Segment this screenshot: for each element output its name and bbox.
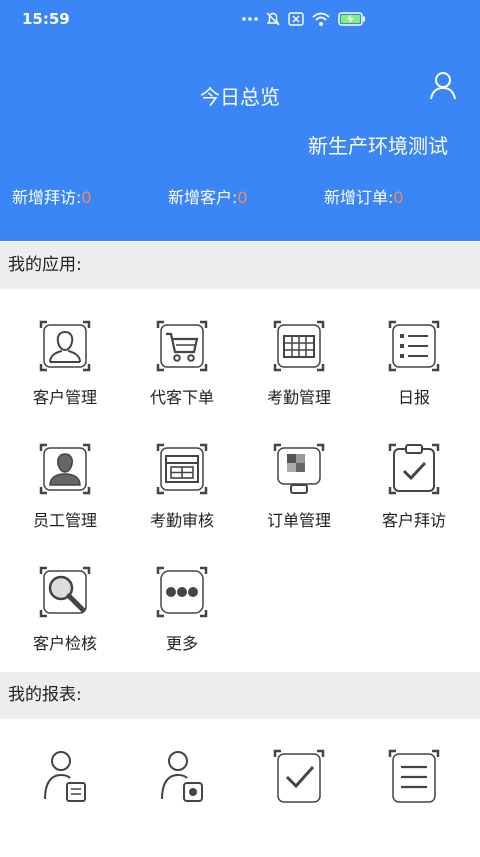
app-order-management[interactable]: 订单管理 [239, 441, 359, 551]
app-attendance-review[interactable]: 考勤审核 [122, 441, 242, 551]
status-time: 15:59 [22, 10, 70, 28]
clipboard-check-icon [388, 443, 440, 495]
profile-icon[interactable] [428, 70, 458, 106]
app-customer-management[interactable]: 客户管理 [5, 318, 125, 428]
report-user[interactable] [5, 747, 125, 857]
attendance-icon [273, 320, 325, 372]
app-label: 订单管理 [266, 511, 331, 530]
checkbox-report-icon [273, 749, 325, 803]
page-title: 今日总览 [200, 85, 280, 109]
app-label: 代客下单 [149, 388, 214, 407]
no-sim-icon [288, 12, 304, 26]
app-label: 员工管理 [32, 511, 97, 530]
employee-icon [39, 443, 91, 495]
report-user-camera[interactable] [122, 747, 242, 857]
stat-value: 0 [393, 188, 404, 207]
list-report-icon [388, 749, 440, 803]
stat-new-customers: 新增客户:0 [168, 184, 248, 208]
wifi-icon [311, 11, 331, 27]
apps-section-title: 我的应用: [0, 242, 480, 289]
status-bar: 15:59 [0, 0, 480, 38]
app-label: 更多 [165, 634, 198, 653]
stat-label: 新增订单: [324, 188, 394, 207]
app-label: 客户拜访 [381, 511, 446, 530]
overview-header: 15:59 今日总览 新生产环境测试 新增拜访:0 新增客户:0 新增订单:0 [0, 0, 480, 241]
app-attendance-management[interactable]: 考勤管理 [239, 318, 359, 428]
cart-icon [156, 320, 208, 372]
app-more[interactable]: 更多 [122, 564, 242, 674]
stat-value: 0 [237, 188, 248, 207]
app-customer-visit[interactable]: 客户拜访 [354, 441, 474, 551]
customer-icon [39, 320, 91, 372]
dots-icon [242, 16, 258, 22]
mute-bell-icon [265, 11, 281, 27]
report-checkbox[interactable] [239, 747, 359, 857]
app-label: 日报 [397, 388, 430, 407]
magnifier-icon [39, 566, 91, 618]
daily-report-icon [388, 320, 440, 372]
stat-new-orders: 新增订单:0 [324, 184, 404, 208]
app-customer-inspection[interactable]: 客户检核 [5, 564, 125, 674]
user-camera-icon [161, 751, 203, 802]
app-label: 客户检核 [32, 634, 97, 653]
app-label: 考勤管理 [266, 388, 331, 407]
report-list[interactable] [354, 747, 474, 857]
stat-label: 新增拜访: [12, 188, 82, 207]
reports-section-title: 我的报表: [0, 672, 480, 719]
order-icon [273, 443, 325, 494]
stat-label: 新增客户: [168, 188, 238, 207]
stat-value: 0 [81, 188, 92, 207]
user-report-icon [44, 751, 86, 802]
status-icons [242, 9, 366, 29]
battery-charging-icon [338, 12, 366, 26]
environment-label: 新生产环境测试 [308, 134, 448, 158]
app-employee-management[interactable]: 员工管理 [5, 441, 125, 551]
app-label: 客户管理 [32, 388, 97, 407]
app-daily-report[interactable]: 日报 [354, 318, 474, 428]
attendance-review-icon [156, 443, 208, 495]
stat-new-visits: 新增拜访:0 [12, 184, 92, 208]
more-icon [156, 566, 208, 618]
app-place-order[interactable]: 代客下单 [122, 318, 242, 428]
app-label: 考勤审核 [149, 511, 214, 530]
